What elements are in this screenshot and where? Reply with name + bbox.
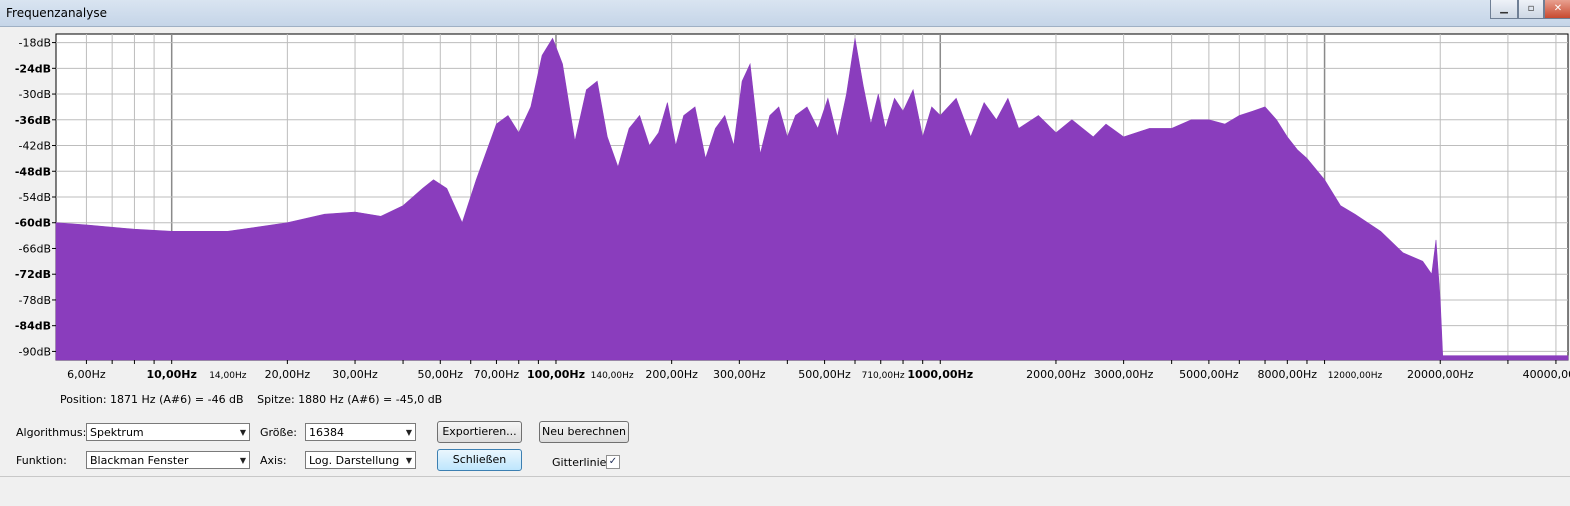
algorithm-value: Spektrum (90, 426, 144, 439)
chevron-down-icon: ▼ (405, 428, 412, 437)
y-tick-label: -30dB (19, 88, 52, 101)
x-tick-label: 14,00Hz (209, 371, 247, 381)
cursor-position-readout: Position: 1871 Hz (A#6) = -46 dB (60, 393, 244, 406)
algorithm-label: Algorithmus: (16, 426, 87, 439)
x-tick-label: 50,00Hz (418, 368, 464, 381)
x-tick-label: 2000,00Hz (1026, 368, 1086, 381)
y-tick-label: -54dB (19, 191, 52, 204)
x-tick-label: 3000,00Hz (1094, 368, 1154, 381)
x-tick-label: 30,00Hz (332, 368, 378, 381)
chevron-down-icon: ▼ (405, 456, 412, 465)
gridlines-label: Gitterlinien (552, 456, 614, 469)
y-tick-label: -78dB (19, 294, 52, 307)
x-tick-label: 710,00Hz (862, 371, 905, 381)
peak-readout: Spitze: 1880 Hz (A#6) = -45,0 dB (257, 393, 443, 406)
x-tick-label: 6,00Hz (67, 368, 106, 381)
chevron-down-icon: ▼ (239, 456, 246, 465)
y-tick-label: -84dB (15, 320, 51, 333)
status-line: Position: 1871 Hz (A#6) = -46 dB Spitze:… (60, 393, 452, 406)
size-select[interactable]: 16384 ▼ (305, 423, 416, 441)
export-button[interactable]: Exportieren... (437, 421, 522, 443)
close-window-button[interactable]: ✕ (1544, 0, 1570, 19)
minimize-button[interactable]: ▁ (1490, 0, 1518, 19)
x-tick-label: 8000,00Hz (1258, 368, 1318, 381)
x-tick-label: 70,00Hz (474, 368, 520, 381)
spectrum-plot[interactable]: -18dB -24dB -30dB -36dB -42dB -48dB -54dB -60dB… (0, 26, 1570, 386)
x-tick-label: 100,00Hz (527, 368, 585, 381)
function-value: Blackman Fenster (90, 454, 189, 467)
recalculate-button[interactable]: Neu berechnen (539, 421, 629, 443)
axis-label: Axis: (260, 454, 287, 467)
function-label: Funktion: (16, 454, 67, 467)
axis-select[interactable]: Log. Darstellung ▼ (305, 451, 416, 469)
x-tick-label: 140,00Hz (591, 371, 634, 381)
x-tick-label: 500,00Hz (798, 368, 851, 381)
x-tick-label: 5000,00Hz (1179, 368, 1239, 381)
status-bar (0, 476, 1570, 506)
size-label: Größe: (260, 426, 297, 439)
y-tick-label: -60dB (15, 217, 51, 230)
y-tick-label: -36dB (15, 114, 51, 127)
algorithm-select[interactable]: Spektrum ▼ (86, 423, 250, 441)
x-tick-label: 20000,00Hz (1407, 368, 1474, 381)
y-tick-label: -66dB (19, 242, 52, 255)
x-tick-label: 300,00Hz (713, 368, 766, 381)
x-tick-label: 20,00Hz (265, 368, 311, 381)
y-tick-label: -18dB (19, 37, 52, 50)
spectrum-chart[interactable]: -18dB -24dB -30dB -36dB -42dB -48dB -54dB -60dB… (0, 26, 1570, 386)
y-tick-label: -24dB (15, 62, 51, 75)
x-tick-label: 1000,00Hz (907, 368, 973, 381)
title-bar: Frequenzanalyse ▁ ▫ ✕ (0, 0, 1570, 27)
window-title: Frequenzanalyse (6, 6, 107, 20)
y-tick-label: -72dB (15, 268, 51, 281)
x-tick-label: 10,00Hz (146, 368, 196, 381)
y-tick-label: -42dB (19, 140, 52, 153)
axis-value: Log. Darstellung (309, 454, 400, 467)
function-select[interactable]: Blackman Fenster ▼ (86, 451, 250, 469)
maximize-button[interactable]: ▫ (1518, 0, 1544, 19)
chevron-down-icon: ▼ (239, 428, 246, 437)
x-tick-label: 40000,00Hz (1523, 368, 1570, 381)
gridlines-checkbox[interactable]: ✓ (606, 455, 620, 469)
x-tick-label: 12000,00Hz (1328, 371, 1383, 381)
y-tick-label: -90dB (19, 345, 52, 358)
y-tick-label: -48dB (15, 165, 51, 178)
x-tick-label: 200,00Hz (645, 368, 698, 381)
size-value: 16384 (309, 426, 344, 439)
close-button[interactable]: Schließen (437, 449, 522, 471)
